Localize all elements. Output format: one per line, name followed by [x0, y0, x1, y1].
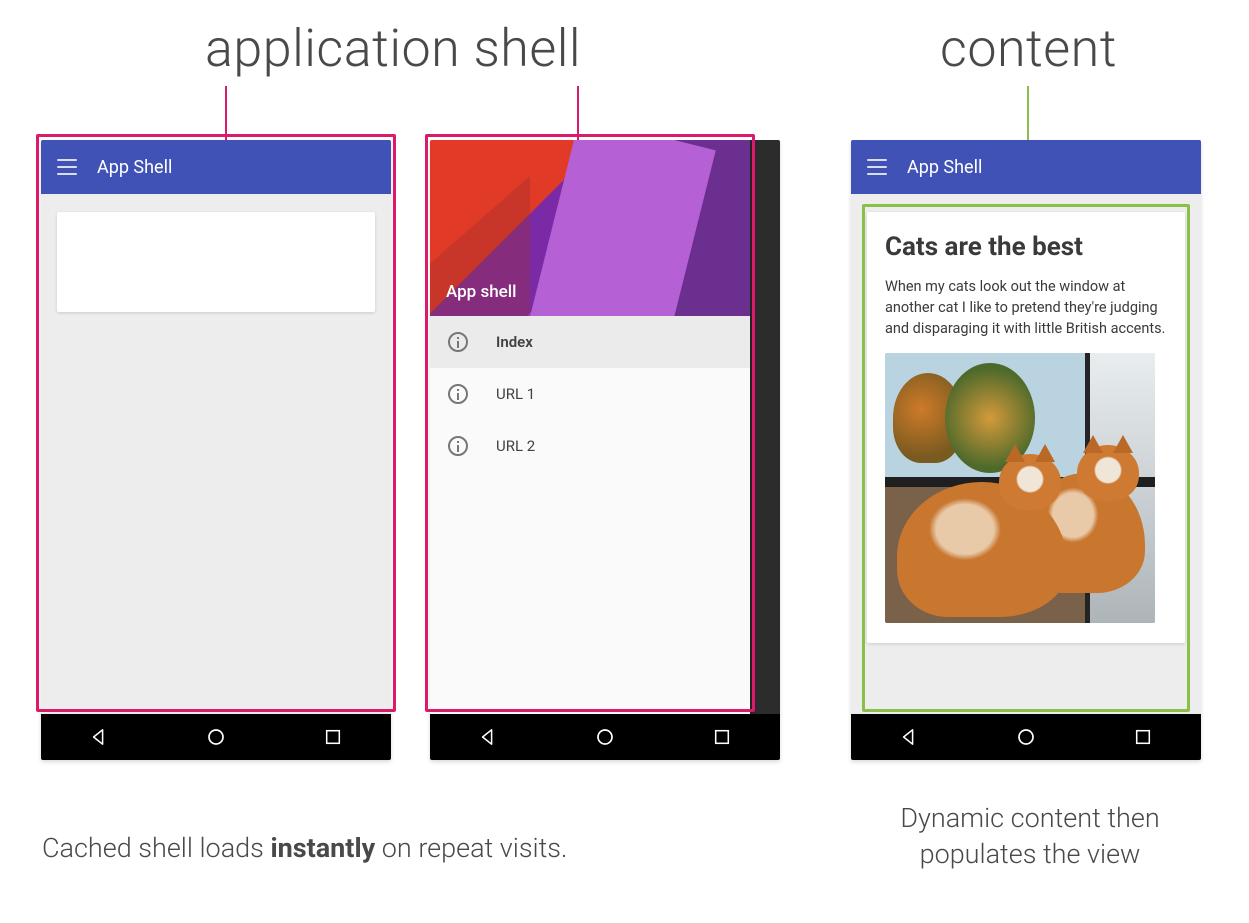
drawer-item-url1[interactable]: URL 1 [430, 368, 750, 420]
app-bar: App Shell [41, 140, 391, 194]
drawer-item-label: URL 2 [496, 437, 535, 455]
content-title: Cats are the best [885, 232, 1167, 262]
app-title: App Shell [907, 157, 982, 178]
phone-content: App Shell Cats are the best When my cats… [851, 140, 1201, 760]
drawer-header-label: App shell [446, 282, 516, 302]
info-icon [448, 384, 468, 404]
app-bar: App Shell [851, 140, 1201, 194]
caption-shell: Cached shell loads instantly on repeat v… [42, 830, 567, 866]
heading-app-shell: application shell [205, 18, 581, 79]
content-card: Cats are the best When my cats look out … [867, 212, 1185, 643]
nav-drawer: App shell Index URL 1 URL 2 [430, 140, 750, 714]
caption-content: Dynamic content then populates the view [850, 800, 1210, 873]
info-icon [448, 436, 468, 456]
scrim-strip [750, 140, 780, 714]
menu-icon[interactable] [867, 159, 887, 175]
info-icon [448, 332, 468, 352]
connector-right-pink [577, 86, 579, 140]
heading-content: content [940, 18, 1117, 79]
drawer-item-label: URL 1 [496, 385, 535, 403]
content-body: When my cats look out the window at anot… [885, 276, 1167, 339]
drawer-item-url2[interactable]: URL 2 [430, 420, 750, 472]
drawer-item-index[interactable]: Index [430, 316, 750, 368]
phone-shell-empty: App Shell [41, 140, 391, 760]
back-icon[interactable] [88, 726, 110, 748]
content-image [885, 353, 1155, 623]
menu-icon[interactable] [57, 159, 77, 175]
empty-content-card [57, 212, 375, 312]
back-icon[interactable] [477, 726, 499, 748]
android-nav-bar [851, 714, 1201, 760]
home-icon[interactable] [594, 726, 616, 748]
android-nav-bar [430, 714, 780, 760]
drawer-header: App shell [430, 140, 750, 316]
android-nav-bar [41, 714, 391, 760]
phone-body [41, 194, 391, 724]
phone-shell-drawer: App shell Index URL 1 URL 2 [430, 140, 780, 760]
drawer-item-label: Index [496, 333, 533, 351]
back-icon[interactable] [898, 726, 920, 748]
app-title: App Shell [97, 157, 172, 178]
drawer-list: Index URL 1 URL 2 [430, 316, 750, 714]
connector-left-pink [225, 86, 227, 140]
phone-body: Cats are the best When my cats look out … [851, 194, 1201, 724]
home-icon[interactable] [205, 726, 227, 748]
recent-icon[interactable] [711, 726, 733, 748]
recent-icon[interactable] [1132, 726, 1154, 748]
home-icon[interactable] [1015, 726, 1037, 748]
recent-icon[interactable] [322, 726, 344, 748]
